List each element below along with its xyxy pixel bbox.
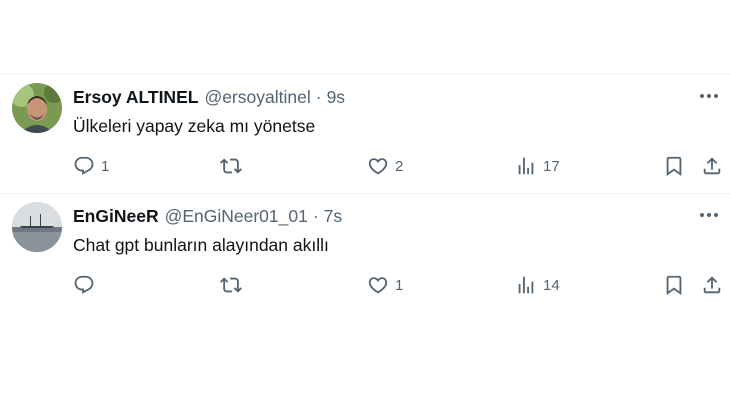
reply-icon — [74, 275, 94, 294]
like-count: 2 — [395, 157, 404, 175]
views-button[interactable]: 14 — [515, 273, 560, 297]
tweet[interactable]: Ersoy ALTINEL @ersoyaltinel · 9s Ülkeler… — [0, 75, 730, 193]
avatar[interactable] — [12, 83, 62, 133]
display-name[interactable]: Ersoy ALTINEL — [73, 87, 198, 108]
views-button[interactable]: 17 — [515, 154, 560, 178]
more-icon[interactable] — [698, 85, 720, 107]
separator: · — [315, 86, 322, 107]
tweet-header: Ersoy ALTINEL @ersoyaltinel · 9s — [73, 86, 345, 108]
reply-icon — [74, 156, 94, 175]
bookmark-button[interactable] — [663, 273, 685, 297]
like-button[interactable]: 2 — [367, 154, 403, 178]
retweet-icon — [220, 158, 242, 174]
timestamp[interactable]: 7s — [324, 206, 342, 227]
like-button[interactable]: 1 — [367, 273, 403, 297]
share-icon — [703, 276, 721, 294]
tweet-actions: 1 14 — [0, 273, 730, 297]
like-icon — [368, 277, 388, 294]
views-count: 14 — [543, 276, 560, 294]
retweet-button[interactable] — [220, 154, 248, 178]
user-handle[interactable]: @ersoyaltinel — [204, 87, 310, 108]
user-handle[interactable]: @EnGiNeer01_01 — [165, 206, 308, 227]
retweet-button[interactable] — [220, 273, 248, 297]
display-name[interactable]: EnGiNeeR — [73, 206, 159, 227]
timestamp[interactable]: 9s — [327, 87, 345, 108]
like-count: 1 — [395, 276, 404, 294]
tweet-text: Ülkeleri yapay zeka mı yönetse — [73, 116, 316, 136]
reply-count: 1 — [101, 157, 110, 175]
share-button[interactable] — [701, 154, 723, 178]
bookmark-icon — [666, 275, 682, 296]
more-icon[interactable] — [698, 204, 720, 226]
tweet-actions: 1 2 17 — [0, 154, 730, 178]
share-button[interactable] — [701, 273, 723, 297]
tweet-header: EnGiNeeR @EnGiNeer01_01 · 7s — [73, 205, 342, 227]
avatar[interactable] — [12, 202, 62, 252]
tweet[interactable]: EnGiNeeR @EnGiNeer01_01 · 7s Chat gpt bu… — [0, 194, 730, 312]
separator: · — [312, 205, 319, 226]
views-count: 17 — [543, 157, 560, 175]
reply-button[interactable] — [73, 273, 101, 297]
views-icon — [518, 276, 534, 294]
bookmark-button[interactable] — [663, 154, 685, 178]
retweet-icon — [220, 277, 242, 293]
bookmark-icon — [666, 156, 682, 177]
views-icon — [518, 157, 534, 175]
tweet-text: Chat gpt bunların alayından akıllı — [73, 235, 329, 255]
like-icon — [368, 158, 388, 175]
share-icon — [703, 157, 721, 175]
reply-button[interactable]: 1 — [73, 154, 109, 178]
